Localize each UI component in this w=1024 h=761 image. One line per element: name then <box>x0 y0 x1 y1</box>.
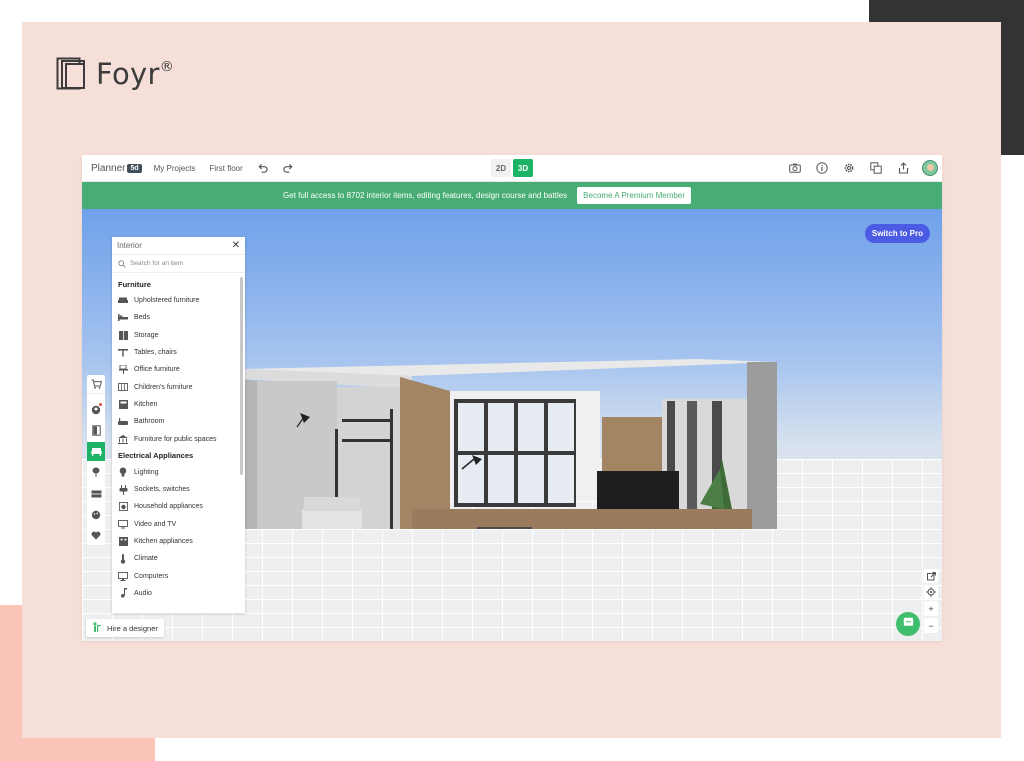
chat-button[interactable] <box>896 612 920 636</box>
list-item[interactable]: Children's furniture <box>118 378 239 395</box>
list-item[interactable]: Storage <box>118 327 239 344</box>
external-link-icon[interactable] <box>924 569 938 583</box>
close-icon[interactable]: ✕ <box>232 240 240 251</box>
app-badge: 5d <box>127 163 142 173</box>
washing-machine-icon <box>118 502 128 512</box>
list-item[interactable]: Audio <box>118 585 239 602</box>
become-premium-button[interactable]: Become A Premium Member <box>577 187 691 204</box>
layers-icon[interactable] <box>868 159 884 177</box>
list-item[interactable]: Bathroom <box>118 413 239 430</box>
recenter-icon[interactable] <box>924 585 938 599</box>
category-heading-furniture: Furniture <box>118 279 151 289</box>
switch-to-pro-button[interactable]: Switch to Pro <box>864 224 930 243</box>
cart-icon[interactable] <box>87 375 105 394</box>
list-item[interactable]: Lighting <box>118 464 239 481</box>
bed-icon <box>118 313 128 322</box>
chat-icon <box>903 615 914 633</box>
category-list: Furniture Upholstered furniture Beds Sto… <box>112 273 245 602</box>
view-switch: 2D 3D <box>491 159 533 177</box>
gear-icon[interactable] <box>841 159 857 177</box>
monitor-icon <box>118 571 128 581</box>
list-item[interactable]: Upholstered furniture <box>118 292 239 309</box>
notification-dot <box>99 403 102 406</box>
promo-text: Get full access to 8702 interior items, … <box>283 191 568 200</box>
furniture-icon[interactable] <box>87 442 105 461</box>
page: Foyr® Planner 5d My Projects First floor… <box>0 0 1024 761</box>
tv-icon <box>118 519 128 529</box>
viewport-controls: + − <box>924 569 938 633</box>
list-item[interactable]: Furniture for public spaces <box>118 430 239 447</box>
list-item[interactable]: Computers <box>118 567 239 584</box>
list-item[interactable]: Beds <box>118 309 239 326</box>
designer-icon <box>92 621 102 635</box>
list-item[interactable]: Tables, chairs <box>118 344 239 361</box>
stove-icon <box>118 537 128 546</box>
app-name: Planner <box>91 162 126 174</box>
sofa-icon <box>118 296 128 305</box>
materials-icon[interactable] <box>87 484 105 503</box>
door-icon[interactable] <box>87 421 105 440</box>
panel-scrollbar[interactable] <box>240 277 243 475</box>
panel-header: Interior ✕ <box>112 237 245 255</box>
bulb-icon <box>118 467 128 477</box>
premium-promo-bar: Get full access to 8702 interior items, … <box>82 182 942 209</box>
brand-name: Foyr® <box>96 57 174 91</box>
list-item[interactable]: Video and TV <box>118 516 239 533</box>
search-input[interactable] <box>130 260 230 267</box>
info-icon[interactable] <box>814 159 830 177</box>
panel-search <box>112 255 245 273</box>
list-item[interactable]: Office furniture <box>118 361 239 378</box>
kitchen-icon <box>118 399 128 409</box>
thermometer-icon <box>118 553 128 564</box>
undo-icon[interactable] <box>255 160 271 176</box>
redo-icon[interactable] <box>281 160 297 176</box>
view-2d-button[interactable]: 2D <box>491 159 511 177</box>
community-icon[interactable] <box>87 400 105 419</box>
table-icon <box>118 348 128 357</box>
list-item[interactable]: Sockets, switches <box>118 481 239 498</box>
bathtub-icon <box>118 417 128 426</box>
favorites-icon[interactable] <box>87 526 105 545</box>
list-item[interactable]: Kitchen <box>118 396 239 413</box>
crib-icon <box>118 383 128 392</box>
camera-icon[interactable] <box>787 159 803 177</box>
category-heading-electrical: Electrical Appliances <box>118 451 194 461</box>
planner-logo[interactable]: Planner 5d <box>91 163 142 174</box>
planner-app-window: Planner 5d My Projects First floor 2D 3D <box>82 155 942 641</box>
foyr-logo-icon <box>56 57 88 91</box>
hire-designer-label: Hire a designer <box>107 623 158 633</box>
avatar[interactable] <box>922 160 938 176</box>
music-note-icon <box>118 588 128 598</box>
plug-icon <box>118 484 128 495</box>
zoom-out-button[interactable]: − <box>924 618 938 633</box>
search-icon <box>118 255 126 273</box>
panel-title: Interior <box>117 241 142 250</box>
storage-icon <box>118 330 128 340</box>
left-tool-rail <box>87 375 105 545</box>
view-3d-button[interactable]: 3D <box>513 159 533 177</box>
list-item[interactable]: Household appliances <box>118 498 239 515</box>
top-toolbar: Planner 5d My Projects First floor 2D 3D <box>82 155 942 182</box>
interior-catalog-panel: Interior ✕ Furniture Upholstered furnitu… <box>112 237 245 613</box>
plant-icon[interactable] <box>87 463 105 482</box>
list-item[interactable]: Climate <box>118 550 239 567</box>
foyr-brand: Foyr® <box>56 56 174 92</box>
office-chair-icon <box>118 365 128 375</box>
share-icon[interactable] <box>895 159 911 177</box>
toolbar-right-icons <box>787 159 938 177</box>
3d-room-model <box>242 359 777 529</box>
palette-icon[interactable] <box>87 505 105 524</box>
floor-selector[interactable]: First floor <box>209 164 242 173</box>
zoom-in-button[interactable]: + <box>924 601 938 616</box>
list-item[interactable]: Kitchen appliances <box>118 533 239 550</box>
hire-designer-button[interactable]: Hire a designer <box>86 619 164 637</box>
3d-viewport[interactable]: Switch to Pro Interior ✕ Search for an i… <box>82 209 942 641</box>
my-projects-link[interactable]: My Projects <box>154 164 196 173</box>
public-building-icon <box>118 434 128 444</box>
